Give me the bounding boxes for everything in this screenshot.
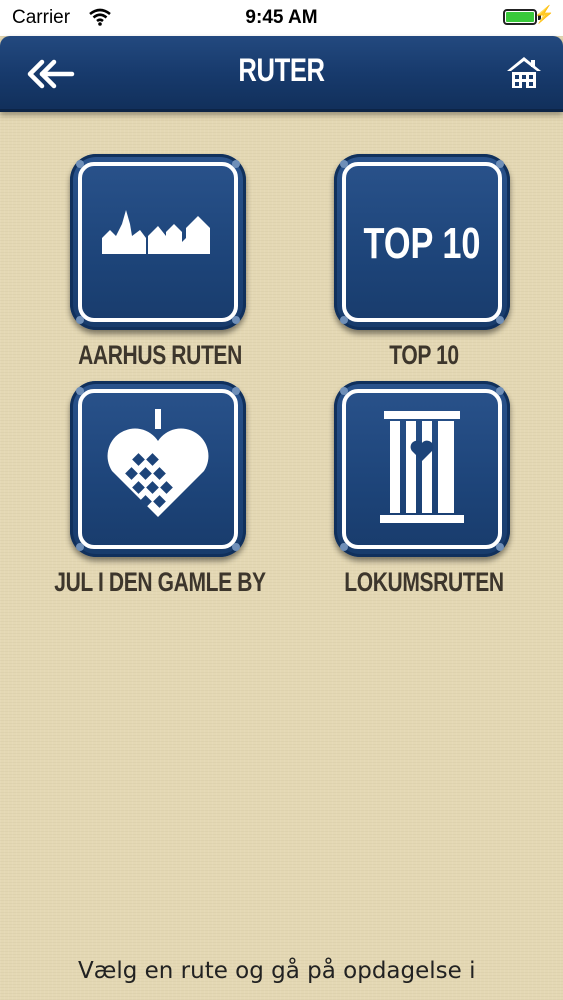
route-badge — [334, 381, 510, 557]
clock: 9:45 AM — [245, 7, 318, 28]
status-bar: Carrier 9:45 AM ⚡ — [0, 0, 563, 36]
top10-text-icon: TOP 10 — [364, 219, 481, 268]
home-button[interactable] — [505, 54, 543, 92]
house-icon — [507, 57, 541, 88]
town-skyline-icon — [102, 210, 210, 254]
woven-heart-icon — [107, 409, 209, 517]
navigation-bar: RUTER — [0, 36, 563, 112]
charging-bolt-icon: ⚡ — [533, 5, 555, 24]
intro-text: Vælg en rute og gå på opdagelse i — [78, 958, 476, 984]
route-label: LOKUMSRUTEN — [344, 567, 504, 597]
route-label: TOP 10 — [389, 340, 459, 370]
route-label: JUL I DEN GAMLE BY — [54, 567, 266, 597]
page-title: RUTER — [238, 52, 325, 88]
outhouse-door-icon — [380, 411, 464, 523]
route-label: AARHUS RUTEN — [78, 340, 242, 370]
route-badge — [70, 381, 246, 557]
route-badge — [70, 154, 246, 330]
route-badge: TOP 10 — [334, 154, 510, 330]
battery-icon — [503, 9, 537, 25]
